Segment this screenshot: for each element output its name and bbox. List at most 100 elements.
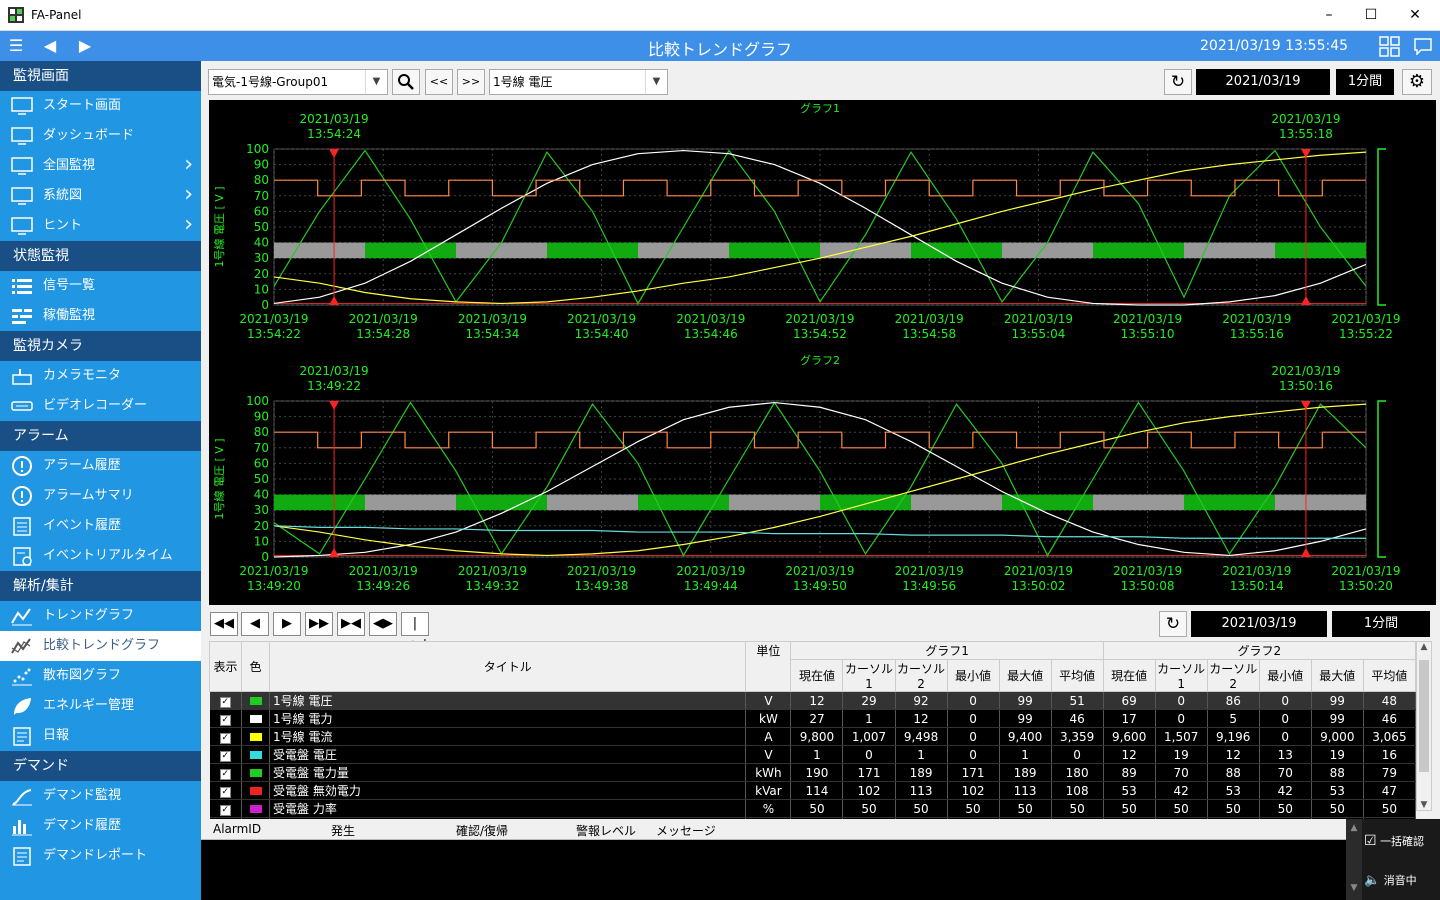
prev-button[interactable]: << — [425, 69, 453, 95]
status-band-segment — [1093, 242, 1184, 259]
unit-cell: kVar — [745, 781, 792, 800]
scroll-up-icon[interactable]: ▲ — [1417, 642, 1431, 652]
x-tick-label: 13:50:20 — [1339, 579, 1393, 593]
sidebar-item[interactable]: アラーム履歴 — [0, 451, 201, 481]
chat-icon[interactable] — [1413, 37, 1433, 55]
sidebar-item[interactable]: 信号一覧 — [0, 271, 201, 301]
sidebar-item[interactable]: アラームサマリ — [0, 481, 201, 511]
minimize-button[interactable]: – — [1306, 0, 1352, 31]
show-cell[interactable]: ✓ — [209, 763, 243, 782]
back-arrow-icon[interactable]: ◀ — [40, 31, 60, 61]
refresh-button[interactable]: ↻ — [1164, 69, 1192, 95]
table-row[interactable]: ✓ 受電盤 電圧 V 1 0 1 0 1 0 12 19 12 13 19 16 — [209, 745, 1417, 764]
sidebar-item[interactable]: 散布図グラフ — [0, 661, 201, 691]
show-checkbox[interactable]: ✓ — [219, 715, 231, 726]
sidebar-item[interactable]: イベントリアルタイム — [0, 541, 201, 571]
table-row[interactable]: ✓ 受電盤 無効電力 kVar 114 102 113 102 113 108 53 42 53 4… — [209, 781, 1417, 800]
show-checkbox[interactable]: ✓ — [219, 769, 231, 780]
sidebar-item[interactable]: デマンド監視 — [0, 781, 201, 811]
value-cell: 99 — [1311, 691, 1364, 710]
trend-icon — [11, 608, 32, 626]
table-row[interactable]: ✓ 1号線 電圧 V 12 29 92 0 99 51 69 0 86 0 99 48 — [209, 691, 1417, 710]
zoom-in-button[interactable]: ▶◀ — [337, 612, 365, 636]
sidebar-item[interactable]: 日報 — [0, 721, 201, 751]
show-checkbox[interactable]: ✓ — [219, 787, 231, 798]
compare-interval[interactable]: 1分間 — [1332, 611, 1430, 637]
first-button[interactable]: ◀◀ — [210, 612, 238, 636]
close-button[interactable]: ✕ — [1392, 0, 1438, 31]
list-icon — [12, 279, 32, 294]
signal-select[interactable]: 1号線 電圧 ▼ — [489, 69, 668, 95]
playback-bar: ◀◀ ◀ ▶ ▶▶ ▶◀ ◀▶ |◀▶| ↻ 2021/03/19 13:49:… — [201, 609, 1440, 657]
alarm-col-ack[interactable]: 確認/復帰 — [456, 822, 508, 839]
sidebar-item[interactable]: スタート画面 — [0, 91, 201, 121]
fast-forward-button[interactable]: ▶▶ — [305, 612, 333, 636]
fit-range-button[interactable]: |◀▶| — [401, 612, 429, 653]
sidebar-item[interactable]: 稼働監視 — [0, 301, 201, 331]
value-cell: 50 — [1103, 799, 1156, 818]
scroll-thumb[interactable] — [1419, 660, 1429, 772]
zoom-out-button[interactable]: ◀▶ — [369, 612, 397, 636]
cursor-marker-bottom — [329, 548, 340, 557]
table-row[interactable]: ✓ 1号線 電力 kW 27 1 12 0 99 46 17 0 5 0 99 46 — [209, 709, 1417, 728]
alarm-col-level[interactable]: 警報レベル — [576, 822, 636, 839]
x-tick-label: 2021/03/19 — [785, 564, 854, 578]
sidebar-item[interactable]: 比較トレンドグラフ — [0, 631, 201, 661]
ack-all-button[interactable]: ☑ 一括確認 — [1364, 833, 1424, 849]
alarm-col-id[interactable]: AlarmID — [213, 822, 261, 836]
start-datetime[interactable]: 2021/03/19 13:54:22 — [1196, 69, 1330, 115]
sidebar-item[interactable]: トレンドグラフ — [0, 601, 201, 631]
sidebar-item[interactable]: ダッシュボード — [0, 121, 201, 151]
show-checkbox[interactable]: ✓ — [219, 805, 231, 816]
y-tick-label: 40 — [254, 236, 269, 250]
sidebar-item[interactable]: デマンド履歴 — [0, 811, 201, 841]
alarm-col-message[interactable]: メッセージ — [656, 822, 716, 839]
forward-arrow-icon[interactable]: ▶ — [75, 31, 95, 61]
sidebar-item[interactable]: エネルギー管理 — [0, 691, 201, 721]
sidebar-item[interactable]: デマンドレポート — [0, 841, 201, 871]
table-row[interactable]: ✓ 受電盤 力率 % 50 50 50 50 50 50 50 50 50 50 50 50 — [209, 799, 1417, 818]
hamburger-menu-icon[interactable]: ☰ — [5, 31, 27, 61]
table-row[interactable]: ✓ 1号線 電流 A 9,800 1,007 9,498 0 9,400 3,359 9,60… — [209, 727, 1417, 746]
table-scrollbar[interactable]: ▲ ▼ — [1416, 641, 1432, 811]
sidebar-item[interactable]: ヒント › — [0, 211, 201, 241]
sidebar-item[interactable]: 系統図 › — [0, 181, 201, 211]
x-tick-label: 13:54:22 — [247, 327, 301, 341]
sidebar-item[interactable]: 全国監視 › — [0, 151, 201, 181]
scroll-down-icon[interactable]: ▼ — [1417, 800, 1431, 810]
recorder-icon — [11, 401, 33, 411]
alarm-list[interactable] — [201, 840, 1346, 900]
sidebar-item[interactable]: イベント履歴 — [0, 511, 201, 541]
show-cell[interactable]: ✓ — [209, 745, 243, 764]
show-cell[interactable]: ✓ — [209, 781, 243, 800]
col-g1-1: カーソル1 — [842, 659, 896, 692]
status-band-segment — [820, 242, 911, 259]
show-checkbox[interactable]: ✓ — [219, 733, 231, 744]
step-back-button[interactable]: ◀ — [241, 612, 269, 636]
y-tick-label: 40 — [254, 488, 269, 502]
search-button[interactable] — [392, 69, 420, 95]
table-row[interactable]: ✓ 受電盤 電力量 kWh 190 171 189 171 189 180 89 70 88 70 8… — [209, 763, 1417, 782]
show-cell[interactable]: ✓ — [209, 691, 243, 710]
show-cell[interactable]: ✓ — [209, 727, 243, 746]
show-checkbox[interactable]: ✓ — [219, 751, 231, 762]
grid-view-icon[interactable] — [1379, 36, 1400, 57]
show-cell[interactable]: ✓ — [209, 709, 243, 728]
interval-select[interactable]: 1分間 — [1336, 69, 1394, 95]
show-checkbox[interactable]: ✓ — [219, 697, 231, 708]
alarm-scrollbar[interactable]: ▲ ▼ — [1346, 819, 1362, 900]
settings-button[interactable]: ⚙ — [1402, 69, 1432, 95]
sidebar-item[interactable]: カメラモニタ — [0, 361, 201, 391]
alarm-header: AlarmID 発生 確認/復帰 警報レベル メッセージ — [201, 819, 1346, 840]
mute-button[interactable]: 🔈 消音中 — [1364, 872, 1417, 888]
show-cell[interactable]: ✓ — [209, 799, 243, 818]
compare-datetime[interactable]: 2021/03/19 13:49:20 — [1191, 611, 1327, 657]
alarm-col-occurred[interactable]: 発生 — [331, 822, 355, 839]
next-button[interactable]: >> — [457, 69, 485, 95]
value-cell: 9,000 — [1311, 727, 1364, 746]
maximize-button[interactable]: ☐ — [1348, 0, 1394, 31]
refresh-button-2[interactable]: ↻ — [1159, 611, 1187, 637]
step-forward-button[interactable]: ▶ — [273, 612, 301, 636]
group-select[interactable]: 電気-1号線-Group01 ▼ — [208, 69, 388, 95]
sidebar-item[interactable]: ビデオレコーダー — [0, 391, 201, 421]
